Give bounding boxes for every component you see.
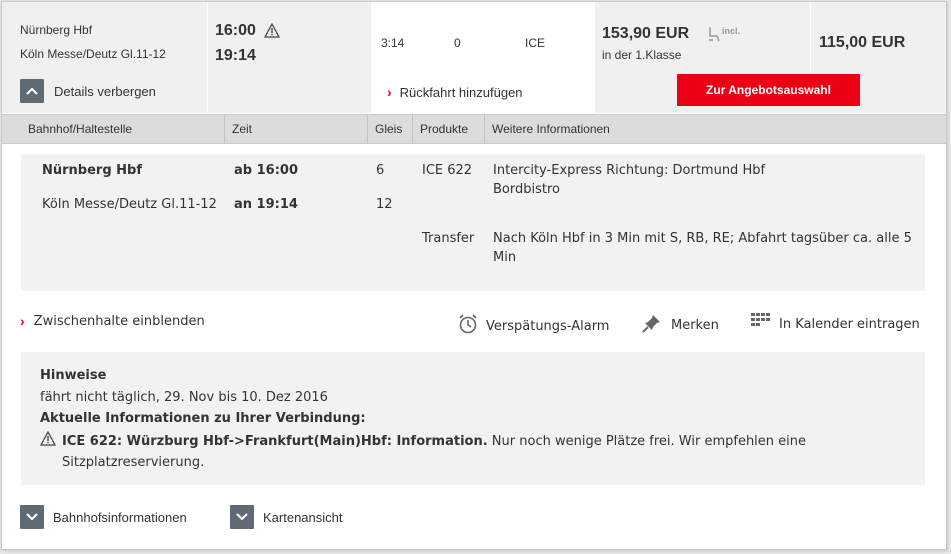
transfer-line1: Nach Köln Hbf in 3 Min mit S, RB, RE; Ab… bbox=[493, 231, 912, 246]
delay-alarm-label: Verspätungs-Alarm bbox=[486, 319, 610, 334]
station-info-label: Bahnhofsinformationen bbox=[53, 509, 187, 525]
th-info: Weitere Informationen bbox=[484, 115, 946, 143]
info-line2: Bordbistro bbox=[493, 182, 560, 197]
seat-incl-indicator: incl. bbox=[707, 26, 740, 47]
price-saver[interactable]: 115,00 EUR bbox=[819, 34, 905, 52]
details-toggle[interactable]: Details verbergen bbox=[20, 79, 156, 103]
intermediate-stops-label: Zwischenhalte einblenden bbox=[33, 313, 205, 329]
add-return-trip-link[interactable]: › Rückfahrt hinzufügen bbox=[387, 84, 523, 100]
hints-title: Hinweise bbox=[40, 368, 107, 383]
stop2-platform: 12 bbox=[376, 197, 393, 212]
transfer-label: Transfer bbox=[422, 231, 475, 246]
stop2-name: Köln Messe/Deutz Gl.11-12 bbox=[42, 197, 217, 212]
chevron-right-icon: › bbox=[20, 313, 25, 329]
incl-label: incl. bbox=[722, 26, 741, 36]
price-divider bbox=[810, 2, 811, 72]
th-platform: Gleis bbox=[367, 115, 412, 143]
offer-selection-button[interactable]: Zur Angebotsauswahl bbox=[677, 74, 860, 106]
map-view-label: Kartenansicht bbox=[263, 509, 343, 525]
from-station: Nürnberg Hbf bbox=[20, 23, 93, 37]
return-trip-label: Rückfahrt hinzufügen bbox=[399, 84, 523, 100]
show-intermediate-stops-link[interactable]: › Zwischenhalte einblenden bbox=[20, 313, 205, 329]
changes-count: 0 bbox=[454, 36, 461, 50]
th-station: Bahnhof/Haltestelle bbox=[28, 122, 133, 136]
hints-alert-text2: Sitzplatzreservierung. bbox=[62, 455, 205, 470]
details-toggle-label: Details verbergen bbox=[54, 83, 156, 99]
hints-subtitle: Aktuelle Informationen zu Ihrer Verbindu… bbox=[40, 411, 366, 426]
stop1-name: Nürnberg Hbf bbox=[42, 163, 143, 178]
transfer-line2: Min bbox=[493, 250, 517, 265]
stop2-time: an 19:14 bbox=[234, 197, 298, 212]
bookmark-label: Merken bbox=[671, 318, 719, 333]
to-station: Köln Messe/Deutz Gl.11-12 bbox=[20, 47, 166, 61]
hints-alert-bold: ICE 622: Würzburg Hbf->Frankfurt(Main)Hb… bbox=[62, 434, 488, 449]
chevron-right-icon: › bbox=[387, 84, 392, 100]
chevron-down-icon bbox=[20, 505, 44, 529]
pin-icon bbox=[642, 313, 662, 338]
hints-alert-text: Nur noch wenige Plätze frei. Wir empfehl… bbox=[487, 434, 807, 449]
departure-time: 16:00 bbox=[215, 22, 256, 39]
bookmark-link[interactable]: Merken bbox=[642, 313, 719, 338]
calendar-label: In Kalender eintragen bbox=[779, 317, 920, 332]
calendar-grid-icon bbox=[751, 313, 771, 336]
duration: 3:14 bbox=[381, 36, 405, 50]
price-flex-note: in der 1.Klasse bbox=[602, 48, 682, 62]
warning-icon bbox=[263, 22, 281, 43]
delay-alarm-link[interactable]: Verspätungs-Alarm bbox=[458, 313, 609, 340]
info-line1: Intercity-Express Richtung: Dortmund Hbf bbox=[493, 163, 766, 178]
products: ICE bbox=[525, 36, 546, 50]
stop1-platform: 6 bbox=[376, 163, 385, 178]
seat-icon bbox=[707, 26, 721, 47]
hints-line1: fährt nicht täglich, 29. Nov bis 10. Dez… bbox=[40, 390, 328, 405]
journey-details bbox=[21, 154, 925, 291]
product-name: ICE 622 bbox=[422, 163, 473, 178]
add-to-calendar-link[interactable]: In Kalender eintragen bbox=[751, 313, 920, 336]
arrival-time: 19:14 bbox=[215, 47, 256, 64]
th-products: Produkte bbox=[412, 115, 484, 143]
connection-card: Nürnberg Hbf Köln Messe/Deutz Gl.11-12 D… bbox=[1, 1, 947, 550]
alarm-clock-icon bbox=[458, 313, 478, 340]
map-view-toggle[interactable]: Kartenansicht bbox=[230, 505, 343, 529]
hints-alert: ICE 622: Würzburg Hbf->Frankfurt(Main)Hb… bbox=[62, 434, 806, 449]
price-flex[interactable]: 153,90 EUR bbox=[602, 25, 689, 43]
details-table-header: Bahnhof/Haltestelle Zeit Gleis Produkte … bbox=[2, 114, 946, 144]
th-time: Zeit bbox=[224, 115, 367, 143]
chevron-down-icon bbox=[230, 505, 254, 529]
warning-icon bbox=[39, 430, 57, 451]
station-info-toggle[interactable]: Bahnhofsinformationen bbox=[20, 505, 187, 529]
chevron-up-icon bbox=[20, 79, 44, 103]
stop1-time: ab 16:00 bbox=[234, 163, 298, 178]
